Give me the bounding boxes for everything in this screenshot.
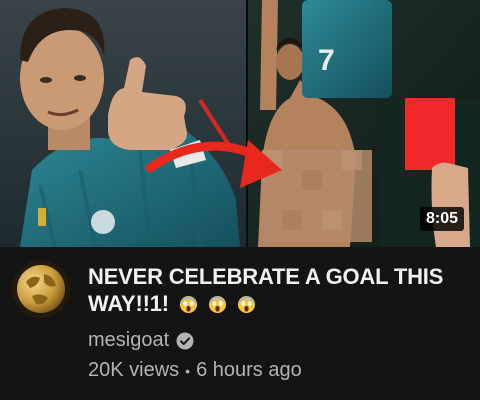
thumbnail-image: 7 [0, 0, 480, 247]
duration-badge: 8:05 [419, 207, 464, 231]
video-title-text: NEVER CELEBRATE A GOAL THIS WAY!!1! [88, 264, 444, 316]
video-thumbnail[interactable]: 7 8:05 [0, 0, 480, 247]
view-count: 20K views [88, 359, 180, 381]
screaming-face-emoji [208, 295, 226, 314]
golden-globe-icon [12, 260, 70, 318]
video-info: NEVER CELEBRATE A GOAL THIS WAY!!1! mesi… [0, 247, 480, 400]
screaming-face-emoji [179, 295, 197, 314]
channel-avatar[interactable] [12, 260, 70, 318]
upload-age: 6 hours ago [196, 359, 302, 381]
red-card-image [405, 98, 455, 170]
check-circle-icon [176, 332, 194, 349]
video-meta: 20K views • 6 hours ago [88, 359, 302, 382]
channel-row[interactable]: mesigoat [88, 329, 194, 352]
video-title[interactable]: NEVER CELEBRATE A GOAL THIS WAY!!1! [88, 263, 464, 317]
meta-separator: • [185, 362, 191, 379]
svg-text:7: 7 [318, 44, 335, 77]
channel-name[interactable]: mesigoat [88, 329, 169, 352]
screaming-face-emoji [237, 295, 255, 314]
